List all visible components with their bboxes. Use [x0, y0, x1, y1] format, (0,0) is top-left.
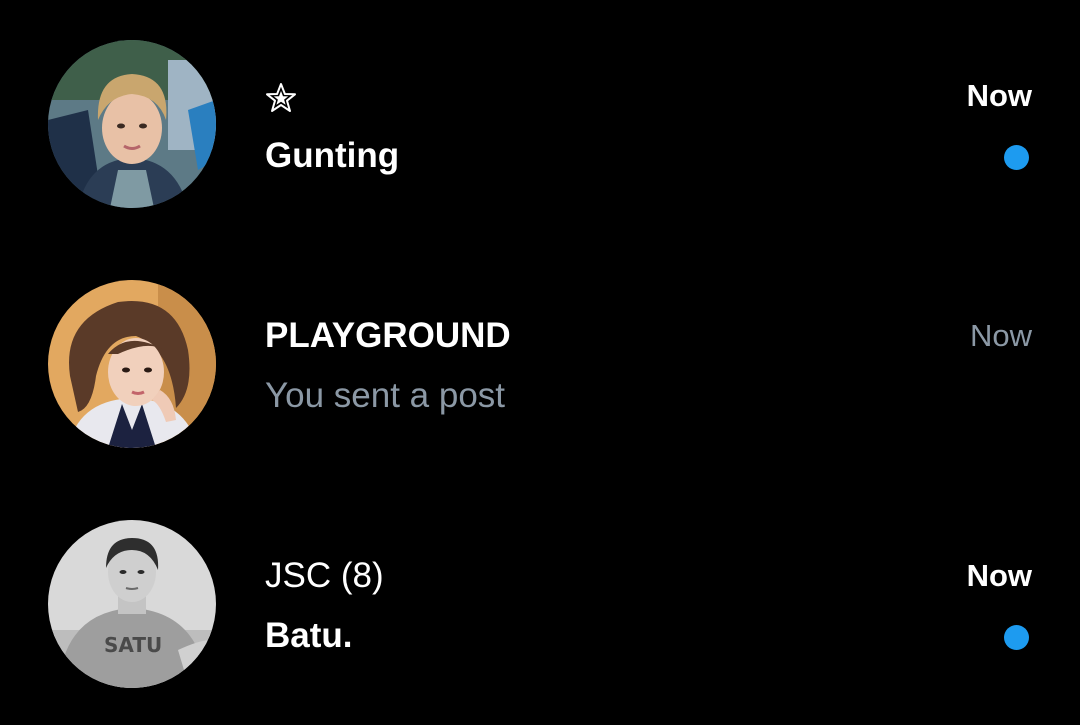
unread-dot-icon: [1004, 625, 1029, 650]
message-preview: You sent a post: [265, 376, 506, 415]
conversation-row[interactable]: SATU JSC (8) Batu. Now: [0, 504, 1080, 704]
conversation-row[interactable]: ☆ Gunting Now: [0, 24, 1080, 224]
conversation-title: JSC (8): [265, 556, 384, 595]
timestamp: Now: [966, 558, 1032, 593]
avatar-photo-icon: SATU: [48, 520, 216, 688]
conversation-title-text: ☆: [297, 76, 298, 77]
message-preview: Gunting: [265, 136, 400, 175]
timestamp: Now: [969, 318, 1032, 353]
timestamp: Now: [966, 78, 1032, 113]
avatar-photo-icon: [48, 40, 216, 208]
star-icon: [265, 82, 297, 114]
svg-text:SATU: SATU: [104, 633, 162, 657]
message-preview: Batu.: [265, 616, 353, 655]
avatar[interactable]: [48, 280, 216, 448]
conversation-list: ☆ Gunting Now PLAYGROUND You sent a post: [0, 0, 1080, 725]
conversation-title: ☆: [265, 76, 297, 116]
unread-dot-icon: [1004, 145, 1029, 170]
avatar[interactable]: SATU: [48, 520, 216, 688]
conversation-title: PLAYGROUND: [265, 316, 511, 355]
avatar-photo-icon: [48, 280, 216, 448]
conversation-row[interactable]: PLAYGROUND You sent a post Now: [0, 264, 1080, 464]
avatar[interactable]: [48, 40, 216, 208]
